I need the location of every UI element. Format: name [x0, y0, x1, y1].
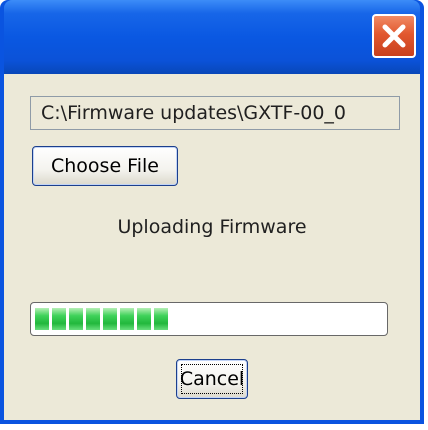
cancel-button[interactable]: Cancel [176, 359, 248, 399]
upload-progress-bar [30, 302, 388, 336]
progress-segment [52, 308, 66, 330]
close-button[interactable] [372, 14, 416, 58]
choose-file-button[interactable]: Choose File [32, 146, 178, 186]
upload-status-label: Uploading Firmware [117, 216, 307, 238]
progress-segment [69, 308, 83, 330]
progress-segment [103, 308, 117, 330]
progress-segment [86, 308, 100, 330]
cancel-button-label: Cancel [179, 368, 245, 390]
title-bar[interactable] [4, 0, 420, 74]
progress-segment [35, 308, 49, 330]
progress-segment [120, 308, 134, 330]
file-path-field[interactable]: C:\Firmware updates\GXTF-00_0 [30, 96, 400, 130]
close-x-icon [382, 24, 406, 48]
progress-segment [154, 308, 168, 330]
upload-dialog-window: C:\Firmware updates\GXTF-00_0 Choose Fil… [0, 0, 424, 424]
progress-segment [137, 308, 151, 330]
dialog-body: C:\Firmware updates\GXTF-00_0 Choose Fil… [4, 74, 420, 420]
